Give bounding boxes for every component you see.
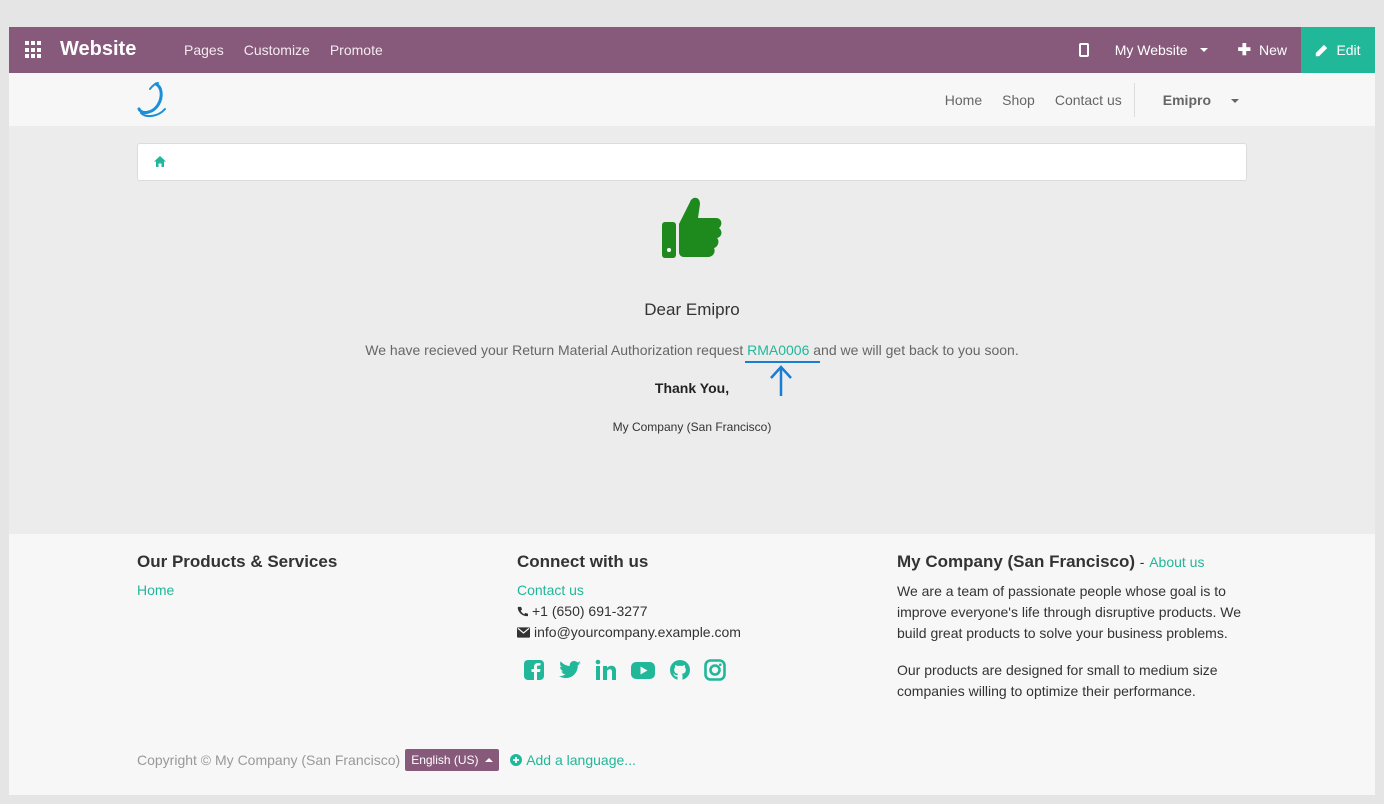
envelope-icon bbox=[517, 627, 530, 638]
site-header: Home Shop Contact us Emipro bbox=[9, 73, 1375, 126]
browser-frame: Website Pages Customize Promote My Websi… bbox=[9, 27, 1375, 795]
thanks-text: Thank You, bbox=[654, 380, 730, 396]
apps-menu-icon[interactable] bbox=[25, 41, 43, 59]
email-address: info@yourcompany.example.com bbox=[534, 624, 741, 640]
footer-company: My Company (San Francisco) - About us We… bbox=[897, 552, 1247, 718]
footer: Our Products & Services Home Connect wit… bbox=[9, 534, 1375, 795]
language-label: English (US) bbox=[411, 753, 479, 767]
footer-products: Our Products & Services Home bbox=[137, 552, 437, 601]
youtube-icon[interactable] bbox=[630, 659, 656, 681]
mobile-preview-icon[interactable] bbox=[1078, 43, 1089, 57]
plus-circle-icon bbox=[510, 754, 523, 766]
footer-company-title: My Company (San Francisco) bbox=[897, 552, 1136, 571]
instagram-icon[interactable] bbox=[704, 659, 726, 681]
nav-home[interactable]: Home bbox=[945, 92, 982, 108]
phone-icon bbox=[517, 606, 528, 617]
thumbs-up-icon bbox=[662, 197, 722, 258]
footer-email: info@yourcompany.example.com bbox=[517, 622, 817, 643]
company-description-2: Our products are designed for small to m… bbox=[897, 662, 1218, 699]
new-button[interactable]: ✚ New bbox=[1238, 40, 1287, 60]
facebook-icon[interactable] bbox=[523, 659, 545, 681]
home-icon[interactable] bbox=[154, 156, 166, 167]
footer-link-home[interactable]: Home bbox=[137, 580, 437, 601]
footer-connect: Connect with us Contact us +1 (650) 691-… bbox=[517, 552, 817, 681]
nav-shop[interactable]: Shop bbox=[1002, 92, 1035, 108]
menu-customize[interactable]: Customize bbox=[244, 42, 310, 58]
linkedin-icon[interactable] bbox=[595, 659, 617, 681]
twitter-icon[interactable] bbox=[558, 659, 582, 681]
plus-icon: ✚ bbox=[1237, 42, 1251, 59]
user-menu[interactable]: Emipro bbox=[1143, 92, 1239, 108]
footer-phone: +1 (650) 691-3277 bbox=[517, 601, 817, 622]
message-before: We have recieved your Return Material Au… bbox=[365, 342, 748, 358]
footer-products-title: Our Products & Services bbox=[137, 552, 338, 571]
site-nav: Home Shop Contact us Emipro bbox=[925, 73, 1239, 126]
user-name: Emipro bbox=[1162, 91, 1211, 108]
greeting: Dear Emipro bbox=[644, 300, 740, 319]
nav-contact-us[interactable]: Contact us bbox=[1055, 92, 1122, 108]
edit-label: Edit bbox=[1336, 42, 1361, 58]
confirmation-message: We have recieved your Return Material Au… bbox=[9, 342, 1375, 358]
copyright-bar: Copyright © My Company (San Francisco) E… bbox=[137, 749, 636, 771]
new-label: New bbox=[1258, 42, 1287, 58]
caret-up-icon bbox=[485, 758, 494, 762]
company-signature: My Company (San Francisco) bbox=[612, 420, 772, 434]
title-separator: - bbox=[1139, 554, 1145, 570]
annotation-underline bbox=[745, 361, 820, 363]
breadcrumb bbox=[137, 143, 1247, 181]
footer-contact-link[interactable]: Contact us bbox=[517, 580, 817, 601]
message-after: and we will get back to you soon. bbox=[809, 342, 1019, 358]
company-description-1: We are a team of passionate people whose… bbox=[897, 583, 1242, 641]
company-logo[interactable] bbox=[136, 81, 170, 119]
edit-button[interactable]: Edit bbox=[1301, 27, 1375, 73]
footer-connect-title: Connect with us bbox=[517, 552, 649, 571]
copyright-text: Copyright © My Company (San Francisco) bbox=[137, 752, 401, 768]
app-title: Website bbox=[60, 38, 137, 60]
chevron-down-icon bbox=[1231, 98, 1239, 103]
my-website-dropdown[interactable]: My Website bbox=[1115, 42, 1208, 58]
footer-company-heading: My Company (San Francisco) - About us bbox=[897, 552, 1247, 573]
add-language-label: Add a language... bbox=[526, 752, 636, 768]
my-website-label: My Website bbox=[1114, 42, 1188, 58]
add-language-link[interactable]: Add a language... bbox=[510, 752, 636, 768]
social-links bbox=[523, 659, 817, 681]
admin-bar: Website Pages Customize Promote My Websi… bbox=[9, 27, 1375, 73]
language-selector[interactable]: English (US) bbox=[405, 749, 500, 771]
admin-menu: Pages Customize Promote bbox=[184, 42, 383, 58]
phone-number: +1 (650) 691-3277 bbox=[532, 603, 648, 619]
rma-reference-link[interactable]: RMA0006 bbox=[747, 342, 809, 358]
menu-pages[interactable]: Pages bbox=[184, 42, 224, 58]
chevron-down-icon bbox=[1199, 48, 1208, 52]
pencil-icon bbox=[1316, 44, 1328, 56]
nav-divider bbox=[1133, 82, 1135, 117]
about-us-link[interactable]: About us bbox=[1149, 554, 1204, 570]
menu-promote[interactable]: Promote bbox=[330, 42, 383, 58]
github-icon[interactable] bbox=[669, 659, 691, 681]
